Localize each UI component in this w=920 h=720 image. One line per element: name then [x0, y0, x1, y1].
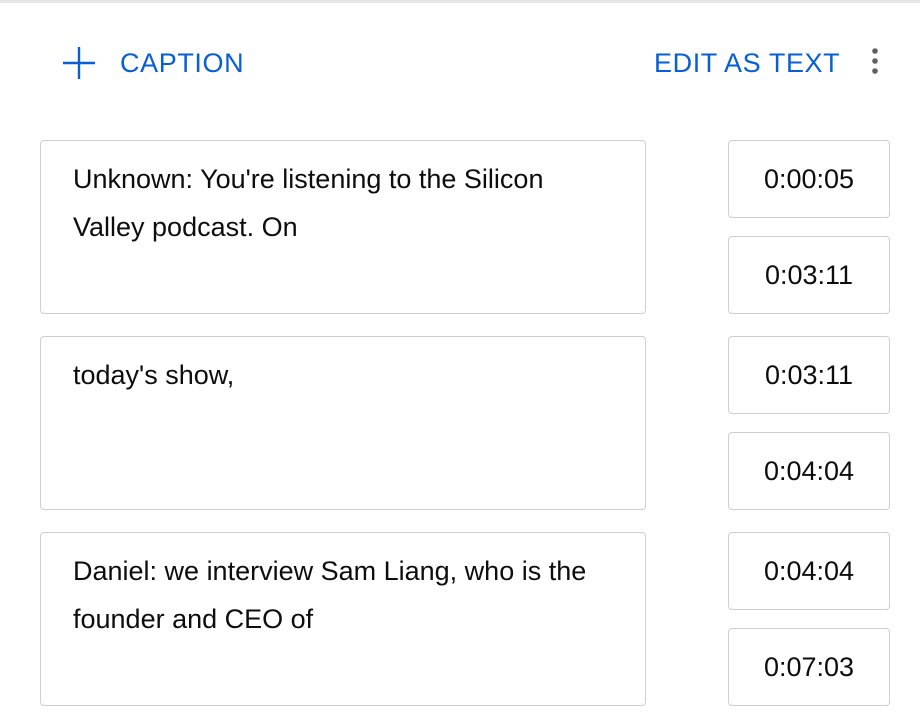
caption-text-input[interactable]: today's show, [40, 336, 646, 510]
caption-text-input[interactable]: Daniel: we interview Sam Liang, who is t… [40, 532, 646, 706]
caption-row: Daniel: we interview Sam Liang, who is t… [40, 532, 892, 708]
caption-end-time-input[interactable]: 0:07:03 [728, 628, 890, 706]
caption-row: today's show, 0:03:11 0:04:04 [40, 336, 892, 512]
caption-text-input[interactable]: Unknown: You're listening to the Silicon… [40, 140, 646, 314]
plus-icon [62, 46, 96, 80]
more-options-button[interactable] [855, 40, 895, 86]
caption-start-time-input[interactable]: 0:00:05 [728, 140, 890, 218]
add-caption-button[interactable]: CAPTION [56, 40, 250, 86]
add-caption-label: CAPTION [120, 47, 245, 78]
caption-start-time-input[interactable]: 0:04:04 [728, 532, 890, 610]
edit-as-text-button[interactable]: EDIT AS TEXT [646, 40, 848, 86]
more-vert-icon [871, 47, 879, 80]
caption-row: Unknown: You're listening to the Silicon… [40, 140, 892, 316]
caption-end-time-input[interactable]: 0:03:11 [728, 236, 890, 314]
caption-start-time-input[interactable]: 0:03:11 [728, 336, 890, 414]
edit-as-text-label: EDIT AS TEXT [654, 47, 841, 78]
caption-end-time-input[interactable]: 0:04:04 [728, 432, 890, 510]
caption-toolbar: CAPTION EDIT AS TEXT [0, 0, 920, 120]
